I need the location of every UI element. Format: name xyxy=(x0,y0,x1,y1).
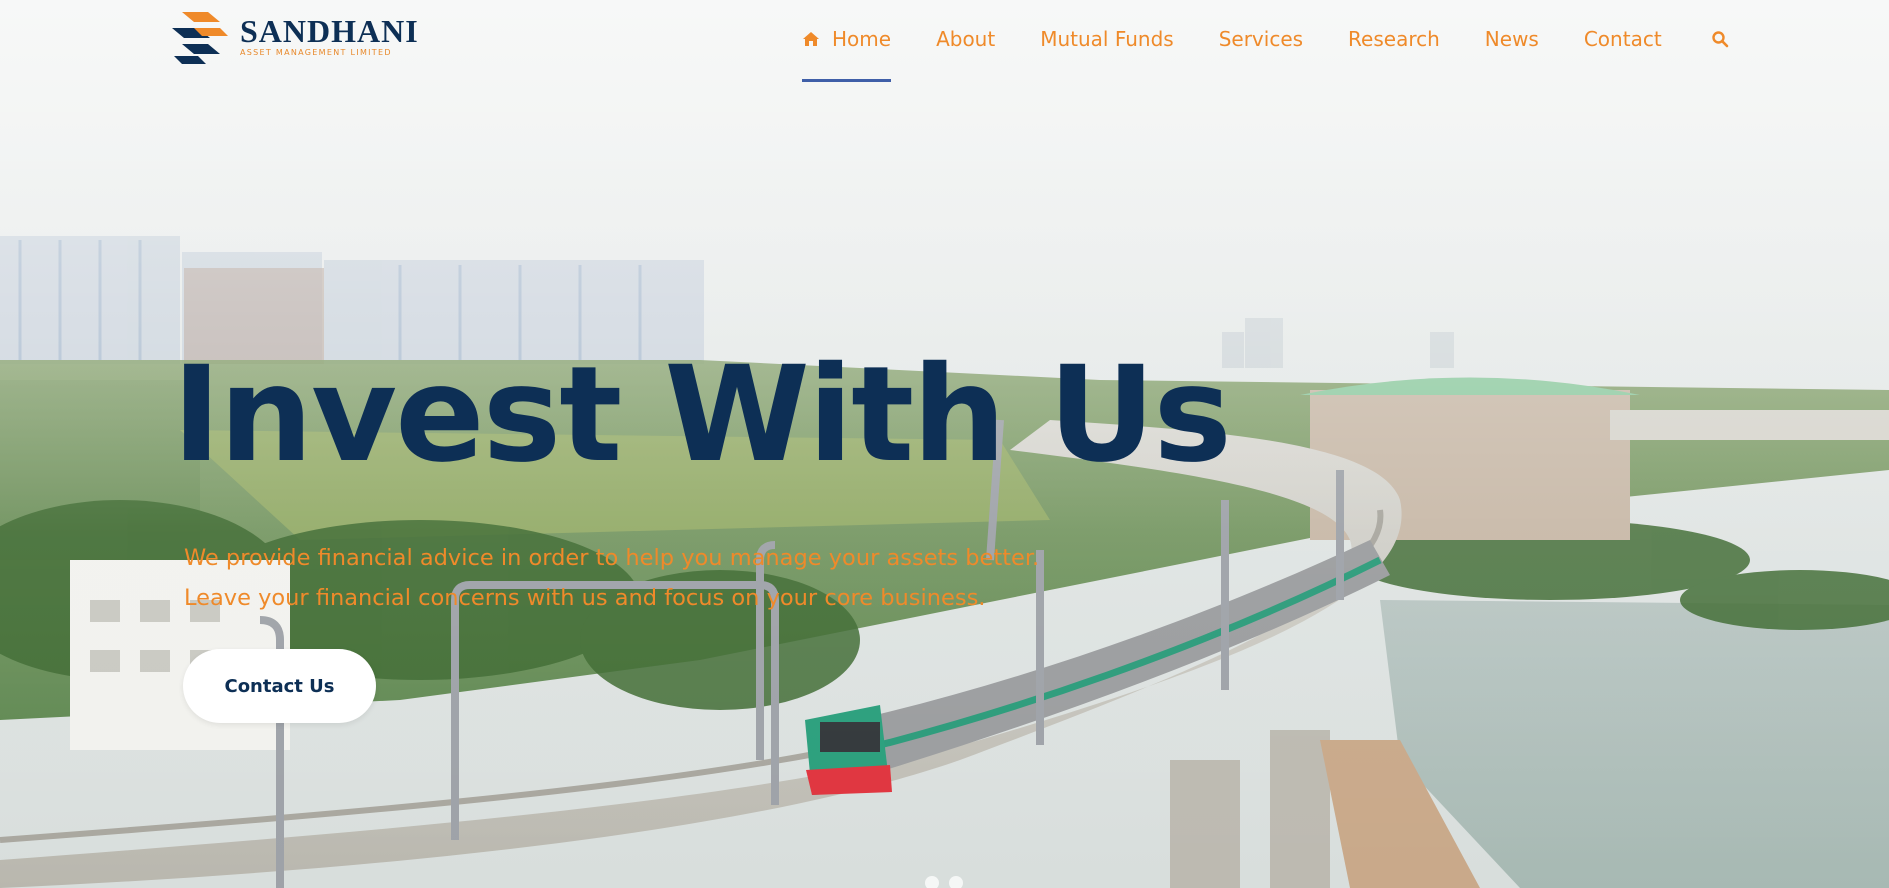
brand-logo[interactable]: SANDHANI ASSET MANAGEMENT LIMITED xyxy=(168,6,433,66)
nav-item-contact[interactable]: Contact xyxy=(1584,22,1662,56)
brand-subtitle: ASSET MANAGEMENT LIMITED xyxy=(240,47,392,57)
nav-item-about[interactable]: About xyxy=(936,22,995,56)
nav-item-research[interactable]: Research xyxy=(1348,22,1440,56)
nav-item-mutual-funds[interactable]: Mutual Funds xyxy=(1040,22,1174,56)
logo-text: SANDHANI ASSET MANAGEMENT LIMITED xyxy=(240,15,419,58)
nav-item-news[interactable]: News xyxy=(1485,22,1539,56)
hero-description-line: Leave your financial concerns with us an… xyxy=(184,585,986,611)
nav-item-label: Contact xyxy=(1583,27,1662,51)
brand-name: SANDHANI xyxy=(240,12,419,49)
logo-mark-icon xyxy=(172,12,228,64)
page: SANDHANI ASSET MANAGEMENT LIMITED Home A… xyxy=(0,0,1889,888)
home-icon xyxy=(803,32,819,46)
nav-item-label: Home xyxy=(832,27,892,51)
contact-us-button[interactable]: Contact Us xyxy=(183,649,376,723)
nav-item-label: Services xyxy=(1218,27,1304,51)
hero-description-line: We provide financial advice in order to … xyxy=(184,545,1040,571)
search-button[interactable] xyxy=(1711,30,1729,48)
contact-us-button-label: Contact Us xyxy=(224,675,335,697)
slider-pagination xyxy=(925,876,973,888)
slider-dot[interactable] xyxy=(949,876,963,888)
hero-description: We provide financial advice in order to … xyxy=(184,538,1124,618)
nav-item-label: Research xyxy=(1348,27,1440,51)
nav-item-home[interactable]: Home xyxy=(802,22,892,82)
nav-item-label: About xyxy=(936,27,996,51)
nav-item-label: Mutual Funds xyxy=(1040,27,1174,51)
slider-dot[interactable] xyxy=(925,876,939,888)
nav-item-services[interactable]: Services xyxy=(1219,22,1303,56)
hero-title: Invest With Us xyxy=(172,338,1232,492)
search-icon xyxy=(1711,31,1728,48)
site-header: SANDHANI ASSET MANAGEMENT LIMITED Home A… xyxy=(0,0,1889,82)
main-nav: Home About Mutual Funds Services Researc… xyxy=(802,22,1729,82)
nav-item-label: News xyxy=(1484,27,1539,51)
